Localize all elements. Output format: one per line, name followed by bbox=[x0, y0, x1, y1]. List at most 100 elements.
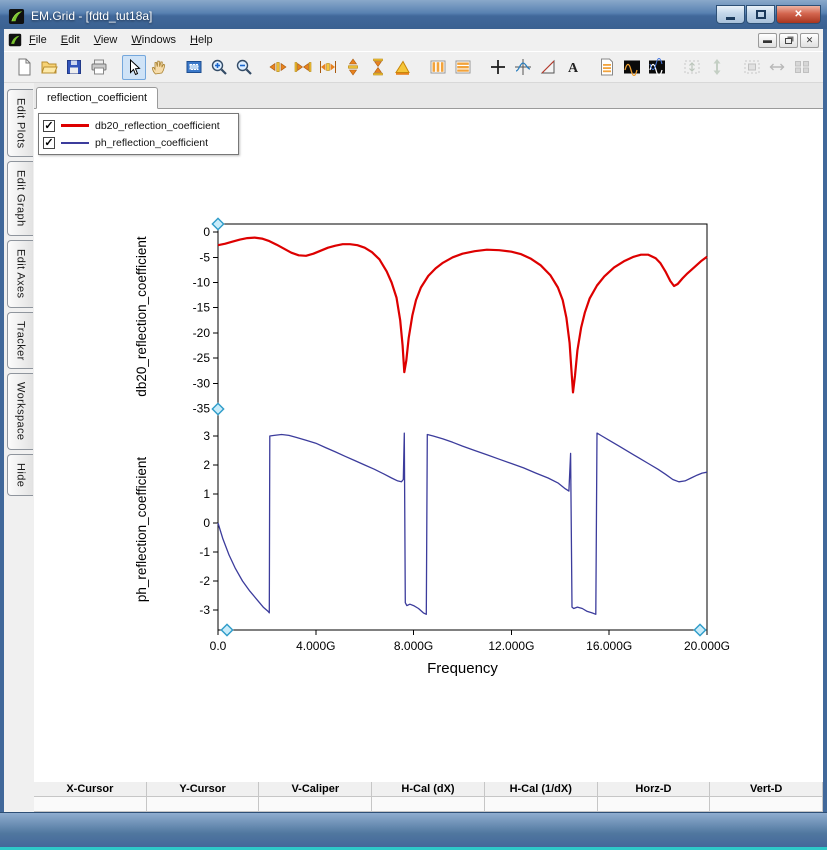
cursor-table-values bbox=[34, 797, 823, 812]
add-cursor-button[interactable] bbox=[486, 55, 510, 80]
overlay-plot-icon bbox=[648, 58, 666, 76]
tab-reflection-coefficient[interactable]: reflection_coefficient bbox=[36, 87, 158, 109]
new-plot-button[interactable] bbox=[595, 55, 619, 80]
title-bar[interactable]: EM.Grid - [fdtd_tut18a] ✕ bbox=[0, 0, 827, 29]
print-icon bbox=[90, 58, 108, 76]
menu-help[interactable]: Help bbox=[183, 31, 220, 49]
shrink-y-button[interactable] bbox=[366, 55, 390, 80]
tile-rows-button[interactable] bbox=[451, 55, 475, 80]
print-button[interactable] bbox=[87, 55, 111, 80]
tracker-button[interactable] bbox=[511, 55, 535, 80]
cursor-col-y-cursor: Y-Cursor bbox=[147, 782, 260, 797]
app-logo-icon bbox=[8, 8, 25, 25]
grid-snap-icon bbox=[793, 58, 811, 76]
y-tick-label: -15 bbox=[193, 301, 211, 315]
fit-horizontal-icon bbox=[768, 58, 786, 76]
dark-plot-button[interactable] bbox=[620, 55, 644, 80]
zoom-out-button[interactable] bbox=[232, 55, 256, 80]
overlay-plot-button[interactable] bbox=[645, 55, 669, 80]
expand-y-button[interactable] bbox=[341, 55, 365, 80]
fit-horizontal-button[interactable] bbox=[765, 55, 789, 80]
y-tick-label: -25 bbox=[193, 351, 211, 365]
legend-item[interactable]: ✓ ph_reflection_coefficient bbox=[43, 134, 234, 151]
autoscale-icon bbox=[394, 58, 412, 76]
axis-scroll-handle[interactable] bbox=[212, 403, 223, 414]
fit-vertical-button[interactable] bbox=[705, 55, 729, 80]
close-button[interactable]: ✕ bbox=[776, 5, 821, 24]
menu-edit[interactable]: Edit bbox=[54, 31, 87, 49]
side-tab-edit-axes[interactable]: Edit Axes bbox=[7, 240, 33, 307]
mdi-minimize-button[interactable]: ▬ bbox=[758, 33, 777, 48]
y-tick-label: -35 bbox=[193, 401, 211, 415]
grid-snap-button[interactable] bbox=[790, 55, 814, 80]
tracker-icon bbox=[514, 58, 532, 76]
autoscale-button[interactable] bbox=[391, 55, 415, 80]
caliper-button[interactable] bbox=[536, 55, 560, 80]
save-icon bbox=[65, 58, 83, 76]
tile-rows-icon bbox=[454, 58, 472, 76]
x-tick-label: 16.000G bbox=[586, 639, 632, 653]
save-button[interactable] bbox=[62, 55, 86, 80]
chart[interactable]: 0-5-10-15-20-25-30-35db20_reflection_coe… bbox=[132, 194, 762, 694]
legend-item[interactable]: ✓ db20_reflection_coefficient bbox=[43, 117, 234, 134]
open-button[interactable] bbox=[37, 55, 61, 80]
shrink-x-icon bbox=[294, 58, 312, 76]
legend-label: db20_reflection_coefficient bbox=[95, 120, 220, 132]
expand-x-icon bbox=[269, 58, 287, 76]
pan-tool-button[interactable] bbox=[147, 55, 171, 80]
side-tab-edit-graph[interactable]: Edit Graph bbox=[7, 161, 33, 236]
app-window: EM.Grid - [fdtd_tut18a] ✕ File Edit View… bbox=[0, 0, 827, 850]
menu-view[interactable]: View bbox=[87, 31, 125, 49]
y-tick-label: 1 bbox=[203, 487, 210, 501]
y-tick-label: -5 bbox=[199, 250, 210, 264]
y-axis-title: ph_reflection_coefficient bbox=[134, 457, 149, 603]
mdi-close-button[interactable]: ✕ bbox=[800, 33, 819, 48]
mdi-restore-button[interactable] bbox=[779, 33, 798, 48]
add-cursor-icon bbox=[489, 58, 507, 76]
axis-scroll-handle[interactable] bbox=[212, 218, 223, 229]
menu-windows[interactable]: Windows bbox=[124, 31, 183, 49]
tile-columns-button[interactable] bbox=[426, 55, 450, 80]
svg-text:A: A bbox=[568, 61, 579, 76]
side-tab-edit-plots[interactable]: Edit Plots bbox=[7, 89, 33, 157]
mdi-restore-icon bbox=[785, 38, 792, 44]
window-title: EM.Grid - [fdtd_tut18a] bbox=[31, 9, 716, 23]
axis-scroll-handle[interactable] bbox=[221, 624, 232, 635]
cursor-col-x-cursor: X-Cursor bbox=[34, 782, 147, 797]
minimize-button[interactable] bbox=[716, 5, 745, 24]
y-tick-label: -30 bbox=[193, 376, 211, 390]
legend-checkbox[interactable]: ✓ bbox=[43, 120, 55, 132]
expand-x-button[interactable] bbox=[266, 55, 290, 80]
add-text-button[interactable]: A bbox=[561, 55, 585, 80]
zoom-in-button[interactable] bbox=[207, 55, 231, 80]
legend-checkbox[interactable]: ✓ bbox=[43, 137, 55, 149]
zoom-window-button[interactable] bbox=[740, 55, 764, 80]
open-icon bbox=[40, 58, 58, 76]
side-tab-tracker[interactable]: Tracker bbox=[7, 312, 33, 370]
y-tick-label: 0 bbox=[203, 225, 210, 239]
axis-scroll-handle[interactable] bbox=[694, 624, 705, 635]
zoom-extents-icon bbox=[683, 58, 701, 76]
x-tick-label: 4.000G bbox=[296, 639, 335, 653]
zoom-region-button[interactable] bbox=[181, 55, 205, 80]
zoom-in-icon bbox=[210, 58, 228, 76]
shrink-x-button[interactable] bbox=[291, 55, 315, 80]
y-axis-title: db20_reflection_coefficient bbox=[134, 236, 149, 397]
maximize-icon bbox=[756, 10, 766, 19]
side-tab-workspace[interactable]: Workspace bbox=[7, 373, 33, 449]
menu-file[interactable]: File bbox=[22, 31, 54, 49]
cursor-value-cell bbox=[259, 797, 372, 812]
maximize-button[interactable] bbox=[746, 5, 775, 24]
mdi-minimize-icon: ▬ bbox=[763, 35, 772, 45]
new-button[interactable] bbox=[12, 55, 36, 80]
content-area: reflection_coefficient ✓ db20_reflection… bbox=[34, 83, 823, 812]
zoom-extents-button[interactable] bbox=[680, 55, 704, 80]
pan-hand-icon bbox=[150, 58, 168, 76]
side-tab-hide[interactable]: Hide bbox=[7, 454, 33, 496]
full-x-button[interactable] bbox=[316, 55, 340, 80]
select-tool-button[interactable] bbox=[122, 55, 146, 80]
y-tick-label: -10 bbox=[193, 275, 211, 289]
cursor-value-cell bbox=[147, 797, 260, 812]
y-tick-label: -2 bbox=[199, 574, 210, 588]
plot-canvas[interactable]: ✓ db20_reflection_coefficient ✓ ph_refle… bbox=[34, 109, 823, 782]
